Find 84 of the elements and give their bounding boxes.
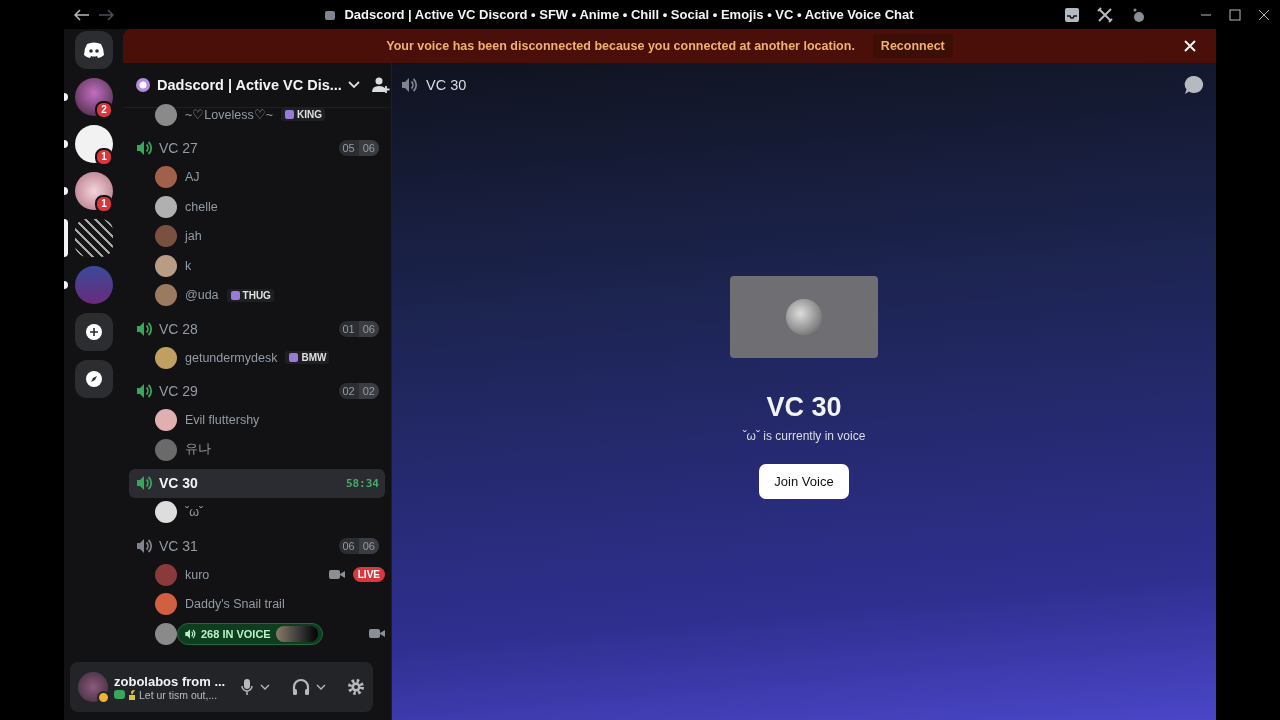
- user-avatar: [155, 438, 177, 461]
- chevron-down-icon[interactable]: [347, 81, 360, 89]
- member-name[interactable]: AJ: [185, 170, 200, 185]
- tools-icon[interactable]: [1097, 6, 1113, 23]
- user-avatar: [786, 299, 822, 335]
- user-avatar: [155, 501, 177, 524]
- server-badge-icon: [135, 77, 151, 93]
- user-count: 05 06: [338, 140, 379, 156]
- user-avatar: [155, 103, 177, 126]
- badge-icon: [283, 109, 295, 121]
- member-name[interactable]: ~♡Loveless♡~: [185, 107, 273, 123]
- server-name[interactable]: Dadscord | Active VC Dis...: [157, 77, 342, 93]
- member-name[interactable]: chelle: [185, 199, 218, 214]
- member-name[interactable]: k: [185, 258, 192, 273]
- server-icon[interactable]: [74, 172, 113, 210]
- role-tag: THUG: [226, 288, 274, 302]
- member-name[interactable]: Evil fluttershy: [185, 413, 260, 428]
- banner-message: Your voice has been disconnected because you connected at another location.: [386, 39, 855, 53]
- discover-button[interactable]: [74, 360, 113, 398]
- forward-arrow-icon[interactable]: [98, 8, 114, 21]
- speaker-icon: [400, 77, 418, 93]
- unread-badge: 1: [95, 195, 113, 213]
- back-arrow-icon[interactable]: [74, 8, 90, 21]
- unread-badge: 2: [95, 101, 113, 119]
- home-button[interactable]: [74, 31, 113, 69]
- user-count: 02 02: [338, 383, 379, 399]
- in-voice-pill[interactable]: 268 IN VOICE: [177, 622, 323, 645]
- member-name[interactable]: Daddy's Snail trail: [185, 597, 285, 612]
- user-avatar: [155, 166, 177, 189]
- channel-heading: VC 30: [766, 392, 842, 423]
- voice-channel[interactable]: VC 30 58:34: [129, 468, 385, 498]
- user-avatar: [155, 409, 177, 432]
- settings-icon[interactable]: [347, 678, 365, 696]
- user-count: 06 06: [338, 537, 379, 554]
- compass-icon: [84, 370, 103, 388]
- user-avatar: [155, 225, 177, 248]
- member-name[interactable]: ˇωˇ: [185, 505, 204, 520]
- live-badge: LIVE: [352, 567, 385, 583]
- add-user-icon[interactable]: [371, 76, 390, 94]
- inbox-icon[interactable]: [1064, 6, 1080, 23]
- join-voice-button[interactable]: Join Voice: [759, 464, 849, 499]
- member-name[interactable]: kuro: [185, 567, 210, 582]
- member-name[interactable]: getundermydesk: [185, 350, 278, 365]
- user-avatar: [155, 284, 177, 307]
- plus-icon: [84, 323, 103, 341]
- avatar-stack: [275, 625, 318, 642]
- custom-status: Let ur tism out,...: [139, 688, 218, 701]
- member-name[interactable]: jah: [185, 229, 202, 244]
- reconnect-button[interactable]: Reconnect: [872, 34, 953, 58]
- voice-channel[interactable]: VC 29 02 02: [129, 376, 385, 406]
- role-tag: KING: [280, 108, 325, 122]
- voice-channel[interactable]: VC 27 05 06: [129, 133, 385, 163]
- user-avatar: [155, 563, 177, 586]
- user-avatar: [155, 593, 177, 616]
- role-tag: BMW: [285, 351, 330, 365]
- voice-channel[interactable]: VC 28 01 06: [129, 314, 385, 343]
- close-icon[interactable]: [1258, 8, 1270, 21]
- user-count: 01 06: [338, 320, 379, 337]
- user-avatar: [155, 195, 177, 218]
- member-name[interactable]: 유나: [185, 441, 211, 459]
- user-avatar: [155, 254, 177, 277]
- chat-bubble-icon[interactable]: [1184, 75, 1204, 95]
- controller-logo-icon: [82, 42, 105, 58]
- voice-channel[interactable]: VC 31 06 06: [129, 531, 385, 560]
- voice-status-text: ˇωˇ is currently in voice: [742, 429, 866, 443]
- headphones-icon[interactable]: [291, 678, 310, 696]
- user-avatar: [155, 622, 177, 645]
- maximize-icon[interactable]: [1229, 8, 1241, 21]
- username: zobolabos from ...: [114, 673, 227, 689]
- microphone-icon[interactable]: [240, 678, 255, 696]
- idle-status-icon: [97, 691, 110, 704]
- chevron-down-icon[interactable]: [315, 684, 326, 690]
- unread-badge: 1: [95, 148, 113, 166]
- badge-icon: [288, 352, 300, 364]
- add-server-button[interactable]: [74, 313, 113, 351]
- voice-timer: 58:34: [345, 476, 379, 490]
- user-avatar: [155, 346, 177, 369]
- user-avatar[interactable]: [78, 672, 108, 702]
- chevron-down-icon[interactable]: [260, 684, 271, 690]
- badge-icon: [229, 289, 241, 301]
- member-name[interactable]: @uda: [185, 288, 219, 303]
- server-icon: [324, 8, 337, 21]
- window-title: Dadscord | Active VC Discord • SFW • Anime • Chill • Social • Emojis • VC • Active Voice Chat: [344, 7, 914, 22]
- channel-title: VC 30: [426, 77, 468, 93]
